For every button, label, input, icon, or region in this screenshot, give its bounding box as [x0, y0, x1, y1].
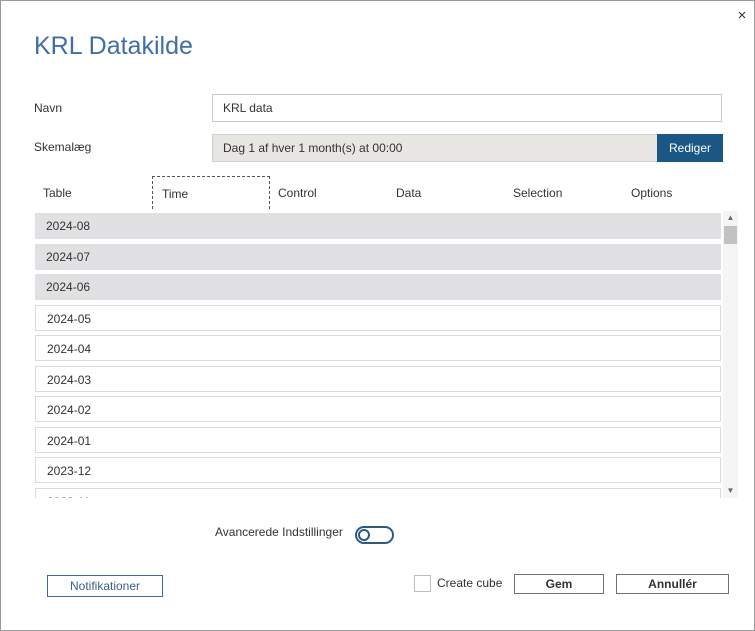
list-item[interactable]: 2023-11	[35, 487, 721, 498]
close-icon[interactable]: ×	[734, 8, 750, 24]
scroll-up-icon[interactable]: ▲	[723, 211, 738, 225]
tab-time[interactable]: Time	[152, 176, 270, 209]
name-input[interactable]	[212, 94, 722, 122]
name-label: Navn	[34, 101, 63, 115]
create-cube-label: Create cube	[437, 576, 503, 590]
list-item[interactable]: 2024-04	[35, 335, 721, 361]
list-item[interactable]: 2024-08	[35, 213, 721, 239]
schedule-field: Dag 1 af hver 1 month(s) at 00:00	[212, 134, 658, 162]
list-item[interactable]: 2024-02	[35, 396, 721, 422]
list-item[interactable]: 2024-07	[35, 243, 721, 270]
toggle-knob	[358, 529, 370, 541]
cancel-button[interactable]: Annullér	[616, 574, 729, 594]
period-list: 2024-08 2024-07 2024-06 2024-05 2024-04 2024-…	[34, 211, 722, 498]
notifications-button[interactable]: Notifikationer	[47, 575, 163, 597]
list-item[interactable]: 2024-05	[35, 304, 721, 331]
list-item[interactable]: 2024-03	[35, 365, 721, 392]
edit-schedule-button[interactable]: Rediger	[657, 134, 723, 162]
datasource-dialog: × KRL Datakilde Navn Skemalæg Dag 1 af h…	[0, 0, 755, 631]
schedule-label: Skemalæg	[34, 140, 92, 154]
tab-selection[interactable]: Selection	[504, 176, 622, 209]
tab-data[interactable]: Data	[387, 176, 505, 209]
scroll-down-icon[interactable]: ▼	[723, 484, 738, 498]
advanced-settings-toggle[interactable]	[355, 526, 394, 544]
list-scrollbar[interactable]: ▲ ▼	[723, 211, 738, 498]
tab-options[interactable]: Options	[622, 176, 740, 209]
tab-table[interactable]: Table	[34, 176, 152, 209]
save-button[interactable]: Gem	[514, 574, 604, 594]
create-cube-checkbox[interactable]	[414, 575, 431, 592]
list-item[interactable]: 2024-06	[35, 274, 721, 300]
list-item[interactable]: 2024-01	[35, 426, 721, 453]
tab-bar: Table Time Control Data Selection Options	[34, 176, 724, 210]
tab-control[interactable]: Control	[269, 176, 387, 209]
list-item[interactable]: 2023-12	[35, 457, 721, 483]
advanced-settings-label: Avancerede Indstillinger	[215, 525, 343, 539]
scroll-thumb[interactable]	[724, 226, 737, 244]
dialog-title: KRL Datakilde	[34, 32, 193, 60]
